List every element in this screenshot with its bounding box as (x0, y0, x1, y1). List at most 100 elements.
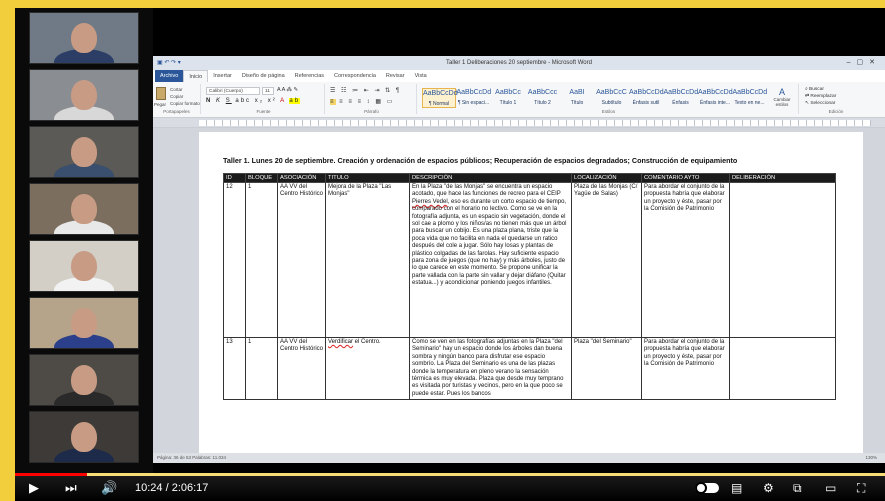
youtube-player: ▣ ↶ ↷ ▾ Taller 1 Deliberaciones 20 septi… (0, 0, 885, 501)
format-buttons[interactable]: N K S abc x₂ x² A ab (206, 98, 301, 104)
participant-tile[interactable] (29, 126, 139, 178)
settings-gear-icon[interactable]: ⚙ (763, 479, 774, 497)
grow-shrink-icons[interactable]: A A ⁂ ✎ (277, 87, 298, 93)
participant-face (71, 308, 97, 338)
document-area[interactable]: Taller 1. Lunes 20 de septiembre. Creaci… (153, 128, 885, 453)
cell-descripcion[interactable]: En la Plaza "de las Monjas" se encuentra… (409, 182, 572, 338)
autoplay-toggle[interactable] (695, 482, 719, 494)
miniplayer-icon[interactable]: ⧉ (793, 479, 802, 497)
participant-tile[interactable] (29, 12, 139, 64)
style-item[interactable]: AaBbCc Título 1 (491, 88, 525, 108)
column-header: ASOCIACIÓN (277, 173, 326, 183)
list-buttons[interactable]: ☰ ☷ ≔ ⇤ ⇥ ⇅ ¶ (330, 87, 401, 94)
table-row: 12 1 AA VV del Centro Histórico Mejora d… (223, 182, 836, 338)
cell-deliberacion[interactable] (729, 336, 836, 401)
next-icon[interactable]: ⏭ (65, 479, 77, 497)
cell-localizacion[interactable]: Plaza de las Monjas (C/ Yagüe de Salas) (571, 182, 642, 338)
cell-asociacion[interactable]: AA VV del Centro Histórico (277, 336, 326, 401)
cell-id[interactable]: 13 (223, 336, 246, 401)
zoom-level[interactable]: 130% (865, 453, 877, 463)
style-sample: AaBI (569, 89, 585, 96)
replace-button[interactable]: ⇄ Reemplazar (805, 93, 836, 100)
find-button[interactable]: ⌕ Buscar (805, 86, 836, 93)
tab-4[interactable]: Referencias (290, 70, 329, 82)
volume-icon[interactable]: 🔊 (101, 479, 117, 497)
video-frame[interactable]: ▣ ↶ ↷ ▾ Taller 1 Deliberaciones 20 septi… (15, 8, 885, 473)
align-buttons[interactable]: ≡ ≡ ≡ ≡ ↕ ▦ ▭ (330, 98, 394, 105)
participant-face (71, 365, 97, 395)
style-sample: AaBbCcDd (423, 90, 458, 97)
tab-1[interactable]: Inicio (183, 70, 209, 82)
tab-5[interactable]: Correspondencia (329, 70, 381, 82)
style-item[interactable]: AaBbCcc Título 2 (526, 88, 560, 108)
change-styles-button[interactable]: A Cambiar estilos (769, 87, 795, 107)
style-item[interactable]: AaBI Título (560, 88, 594, 108)
font-size-dropdown[interactable]: 11 (262, 87, 274, 95)
participant-face (71, 194, 97, 224)
styles-group: AaBbCcDd ¶ Normal AaBbCcDd ¶ Sin espaci... A… (419, 84, 799, 114)
participant-face (71, 23, 97, 53)
style-item[interactable]: AaBbCcDd ¶ Sin espaci... (457, 88, 492, 108)
cell-titulo[interactable]: Verdificar el Centro. (325, 336, 410, 401)
style-item[interactable]: AaBbCcDd Texto en ne... (733, 88, 768, 108)
cell-bloque[interactable]: 1 (245, 182, 278, 338)
cell-titulo[interactable]: Mejora de la Plaza "Las Monjas" (325, 182, 410, 338)
format-painter-button[interactable]: Copiar formato (170, 100, 200, 107)
style-sample: AaBbCc (495, 89, 521, 96)
paste-label[interactable]: Pegar (154, 102, 166, 107)
cell-localizacion[interactable]: Plaza "del Seminario" (571, 336, 642, 401)
participant-face (71, 80, 97, 110)
tab-6[interactable]: Revisar (381, 70, 410, 82)
cell-bloque[interactable]: 1 (245, 336, 278, 401)
style-item[interactable]: AaBbCcDd Énfasis inte... (698, 88, 733, 108)
font-name-dropdown[interactable]: Calibri (Cuerpo) (206, 87, 260, 95)
style-name: Énfasis sutil (632, 100, 660, 106)
copy-button[interactable]: Copiar (170, 93, 200, 100)
tab-3[interactable]: Diseño de página (237, 70, 290, 82)
document-page[interactable]: Taller 1. Lunes 20 de septiembre. Creaci… (199, 132, 863, 453)
tab-0[interactable]: Archivo (155, 70, 184, 82)
word-title-bar: ▣ ↶ ↷ ▾ Taller 1 Deliberaciones 20 septi… (153, 56, 885, 70)
cell-comentario[interactable]: Para abordar el conjunto de la propuesta… (641, 336, 730, 401)
participant-strip (15, 8, 153, 473)
participant-tile[interactable] (29, 354, 139, 406)
cell-deliberacion[interactable] (729, 182, 836, 338)
tab-7[interactable]: Vista (410, 70, 432, 82)
cell-comentario[interactable]: Para abordar el conjunto de la propuesta… (641, 182, 730, 338)
participant-tile[interactable] (29, 297, 139, 349)
paste-icon[interactable] (156, 87, 166, 100)
participant-tile[interactable] (29, 69, 139, 121)
cell-asociacion[interactable]: AA VV del Centro Histórico (277, 182, 326, 338)
participant-tile[interactable] (29, 411, 139, 463)
cell-descripcion[interactable]: Como se ven en las fotografías adjuntas … (409, 336, 572, 401)
style-item[interactable]: AaBbCcDd Énfasis (664, 88, 699, 108)
style-item[interactable]: AaBbCcDd Énfasis sutil (629, 88, 664, 108)
clipboard-group: Pegar Cortar Copiar Copiar formato Porta… (153, 84, 201, 114)
cell-id[interactable]: 12 (223, 182, 246, 338)
style-name: Énfasis inte... (699, 100, 730, 106)
participant-face (71, 251, 97, 281)
fullscreen-icon[interactable]: ⛶ (857, 479, 865, 497)
quick-access-icons: ▣ ↶ ↷ ▾ (157, 60, 181, 66)
participant-tile[interactable] (29, 240, 139, 292)
style-name: Título 2 (534, 100, 551, 106)
theater-mode-icon[interactable]: ▭ (825, 479, 836, 497)
style-name: Subtítulo (601, 100, 622, 106)
column-header: ID (223, 173, 246, 183)
style-item[interactable]: AaBbCcDd ¶ Normal (422, 88, 458, 108)
subtitles-icon[interactable]: ▤ (731, 479, 742, 497)
style-name: Título (570, 100, 584, 106)
ribbon-tabs: Archivo Inicio Insertar Diseño de página Ref… (153, 70, 885, 82)
tab-2[interactable]: Insertar (208, 70, 237, 82)
style-item[interactable]: AaBbCcC Subtítulo (595, 88, 629, 108)
cut-button[interactable]: Cortar (170, 86, 200, 93)
font-group: Calibri (Cuerpo) 11 A A ⁂ ✎ N K S abc x₂… (203, 84, 325, 114)
select-button[interactable]: ↖ Seleccionar (805, 100, 836, 107)
window-title: Taller 1 Deliberaciones 20 septiembre - … (446, 60, 592, 66)
participant-tile[interactable] (29, 183, 139, 235)
group-label: Párrafo (364, 109, 379, 114)
play-icon[interactable]: ▶ (29, 479, 39, 497)
ruler[interactable] (153, 118, 885, 128)
time-display: 10:24 / 2:06:17 (135, 482, 209, 494)
participant-face (71, 422, 97, 452)
